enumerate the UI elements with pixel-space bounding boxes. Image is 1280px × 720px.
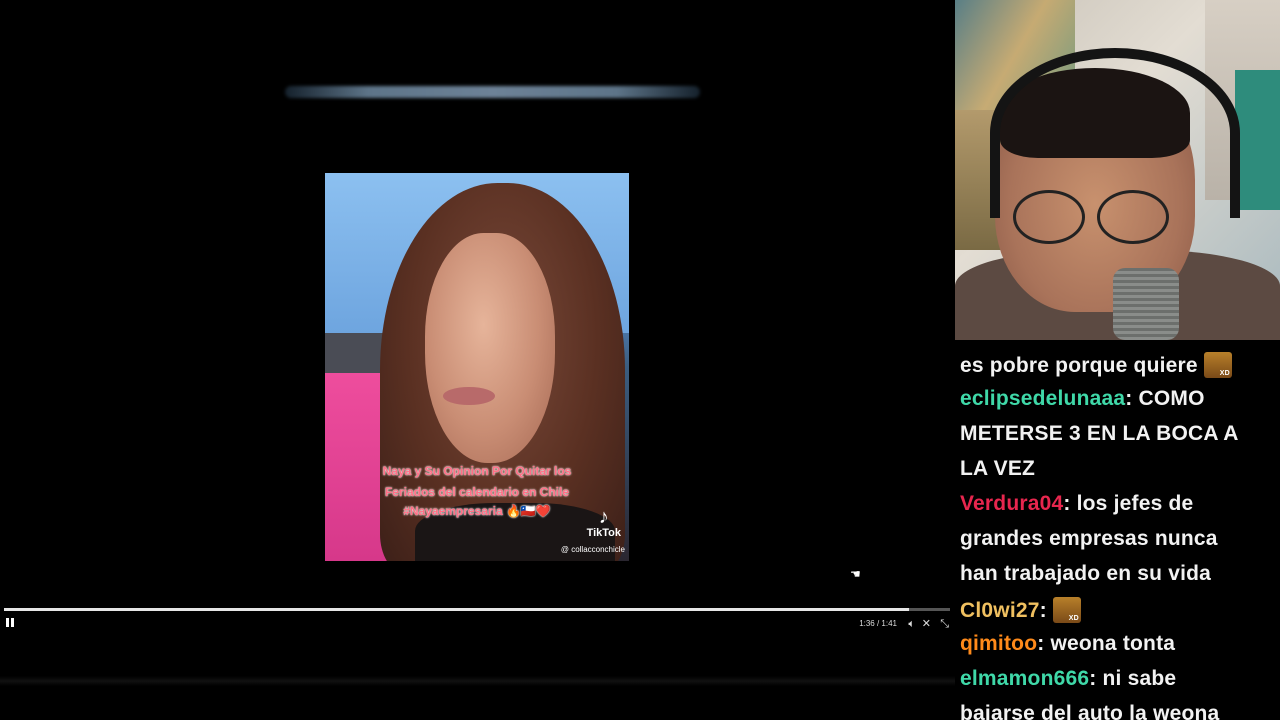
player-bottom-shade — [0, 676, 955, 686]
player-controls: 1:36 / 1:41 🔈︎ ✕ ⤡ — [0, 616, 955, 636]
chat-text: es pobre porque quiere — [960, 354, 1198, 377]
xd-emote-icon — [1203, 352, 1232, 378]
chat-panel: es pobre porque quiere eclipsedelunaaa: … — [955, 340, 1280, 720]
chat-message: grandes empresas nunca — [960, 527, 1218, 551]
chat-text: METERSE 3 EN LA BOCA A — [960, 422, 1239, 445]
pause-icon-bar-left — [6, 618, 9, 627]
chat-message: elmamon666: ni sabe — [960, 667, 1176, 691]
chat-username[interactable]: elmamon666 — [960, 667, 1089, 690]
tiktok-username: @ collacconchicle — [560, 545, 625, 554]
chat-text: LA VEZ — [960, 457, 1036, 480]
webcam-feed — [955, 0, 1280, 340]
chat-username[interactable]: qimitoo — [960, 632, 1037, 655]
chat-message: Verdura04: los jefes de — [960, 492, 1193, 516]
pause-icon-bar-right — [11, 618, 14, 627]
chat-text: COMO — [1132, 387, 1205, 410]
tiktok-icon: ♪ — [598, 506, 609, 528]
x-logo-icon[interactable]: ✕ — [922, 617, 931, 630]
chat-message: eclipsedelunaaa: COMO — [960, 387, 1205, 411]
video-player[interactable]: Naya y Su Opinion Por Quitar los Feriado… — [0, 0, 955, 720]
chat-colon: : — [1063, 492, 1071, 515]
chat-username[interactable]: Verdura04 — [960, 492, 1063, 515]
video-person-lips — [443, 387, 495, 405]
time-display: 1:36 / 1:41 — [859, 619, 897, 628]
chat-text: los jefes de — [1070, 492, 1194, 515]
progress-bar[interactable] — [4, 608, 950, 611]
glasses-icon — [1007, 190, 1169, 244]
microphone-icon — [1113, 268, 1179, 340]
volume-icon[interactable]: 🔈︎ — [908, 617, 915, 631]
chat-message: bajarse del auto la weona — [960, 702, 1219, 720]
ambient-glow — [285, 86, 700, 98]
chat-text: han trabajado en su vida — [960, 562, 1212, 585]
chat-message: METERSE 3 EN LA BOCA A — [960, 422, 1239, 446]
video-person-face — [425, 233, 555, 463]
minimize-icon[interactable]: ⤡ — [940, 617, 949, 631]
video-caption-line-2: Feriados del calendario en Chile — [384, 485, 570, 499]
video-caption-line-3: #Nayaempresaria 🔥🇨🇱❤️ — [403, 504, 551, 518]
chat-message: han trabajado en su vida — [960, 562, 1211, 586]
chat-message: Cl0wi27: — [960, 597, 1081, 623]
webcam-teal-object — [1235, 70, 1280, 210]
chat-text: bajarse del auto la weona — [960, 702, 1220, 720]
tiktok-brand-text: TikTok — [586, 527, 621, 539]
xd-emote-icon — [1052, 597, 1081, 623]
progress-fill — [4, 608, 910, 611]
chat-message: LA VEZ — [960, 457, 1035, 481]
glasses-lens-right — [1097, 190, 1169, 244]
tiktok-watermark: ♪ TikTok — [587, 507, 621, 539]
tiktok-video-frame[interactable]: Naya y Su Opinion Por Quitar los Feriado… — [325, 173, 629, 561]
chat-text: ni sabe — [1096, 667, 1177, 690]
chat-message: es pobre porque quiere — [960, 352, 1232, 378]
hand-cursor-icon: ☚ — [850, 567, 861, 581]
chat-message: qimitoo: weona tonta — [960, 632, 1175, 656]
chat-colon: : — [1039, 599, 1047, 622]
glasses-lens-left — [1013, 190, 1085, 244]
chat-username[interactable]: Cl0wi27 — [960, 599, 1040, 622]
chat-username[interactable]: eclipsedelunaaa — [960, 387, 1125, 410]
chat-text: grandes empresas nunca — [960, 527, 1218, 550]
pause-button[interactable] — [6, 618, 16, 630]
video-caption-line-1: Naya y Su Opinion Por Quitar los — [382, 464, 572, 478]
chat-text: weona tonta — [1044, 632, 1176, 655]
